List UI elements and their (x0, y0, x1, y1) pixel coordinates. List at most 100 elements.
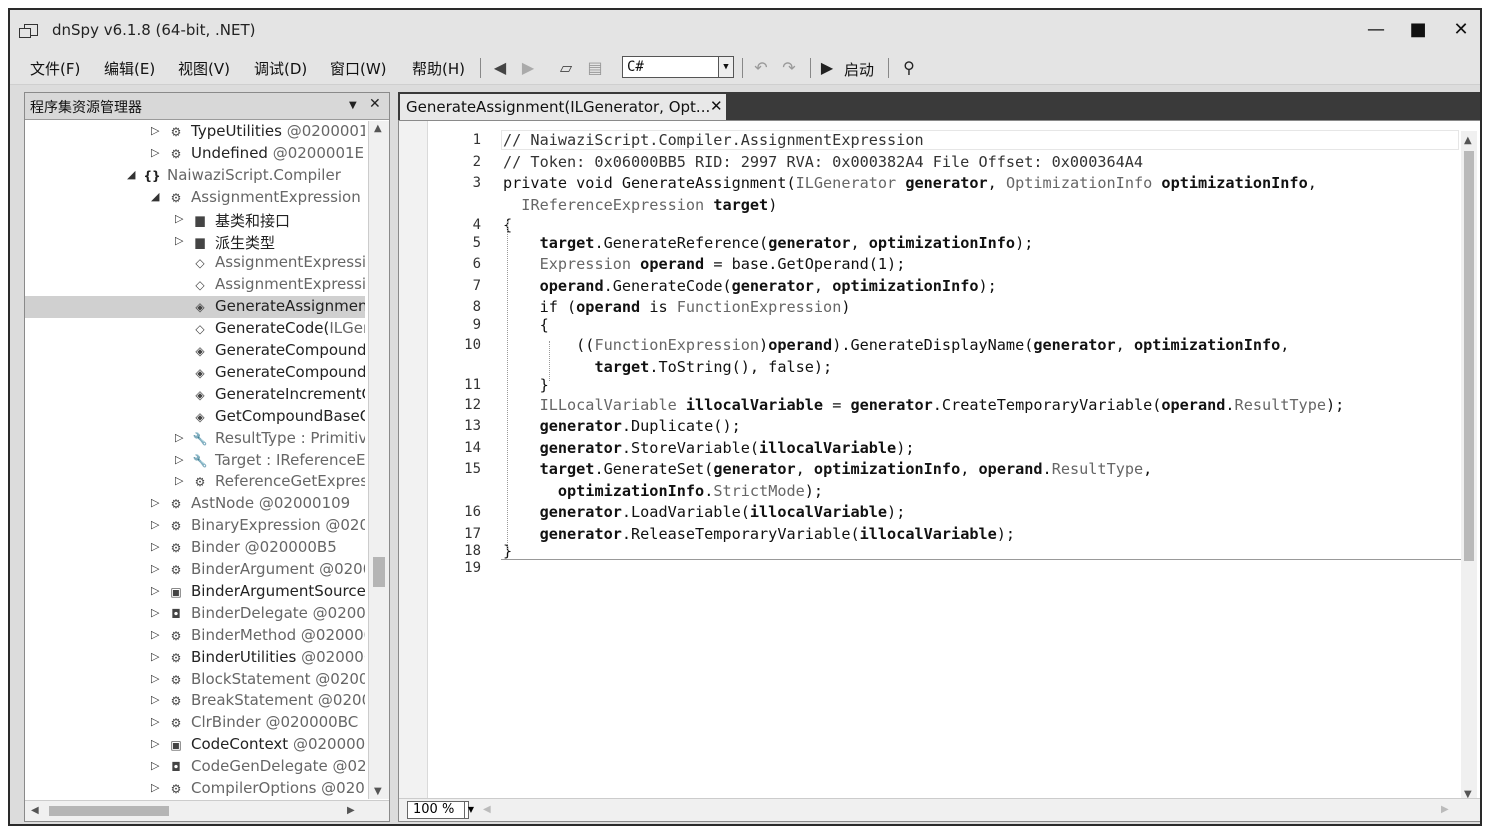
scroll-right-icon[interactable]: ▶ (347, 805, 355, 816)
expand-arrow-icon[interactable]: ▷ (151, 518, 161, 531)
tree-item[interactable]: ▷ 🔧 Target : IReferenceExpressi (25, 450, 365, 472)
scroll-down-icon[interactable]: ▼ (374, 786, 382, 797)
tree-item[interactable]: ▷ ⚙ BinaryExpression @020000DE (25, 515, 365, 537)
panel-close-icon[interactable]: ✕ (369, 96, 381, 112)
assembly-tree[interactable]: ▷ ⚙ TypeUtilities @0200001B ▷ ⚙ Undefined @02… (25, 121, 365, 799)
redo-icon[interactable]: ↷ (778, 58, 800, 78)
scroll-thumb[interactable] (49, 806, 169, 816)
expand-arrow-icon[interactable]: ▷ (175, 431, 185, 444)
tree-item[interactable]: ◈ GenerateIncrementOrDecre (25, 384, 365, 406)
back-icon[interactable]: ◀ (489, 58, 511, 78)
expand-arrow-icon[interactable]: ▷ (151, 693, 161, 706)
expand-arrow-icon[interactable]: ▷ (151, 759, 161, 772)
menu-file[interactable]: 文件(F) (30, 58, 80, 79)
tree-item[interactable]: ▷ ⚙ BinderArgument @020000BA (25, 559, 365, 581)
menu-window[interactable]: 窗口(W) (330, 58, 387, 79)
tree-item[interactable]: ◈ GenerateCompoundAddAs (25, 340, 365, 362)
tree-item[interactable]: ▷ ▆ 基类和接口 (25, 209, 365, 231)
expand-arrow-icon[interactable]: ▷ (151, 606, 161, 619)
open-file-icon[interactable]: ▱ (555, 58, 577, 78)
code-line[interactable]: IReferenceExpression target) (503, 196, 777, 214)
forward-icon[interactable]: ▶ (517, 58, 539, 78)
scroll-up-icon[interactable]: ▲ (374, 123, 382, 134)
expand-arrow-icon[interactable]: ▷ (151, 737, 161, 750)
tree-item[interactable]: ▷ ◘ CodeGenDelegate @020000D (25, 756, 365, 778)
expand-arrow-icon[interactable]: ▷ (175, 234, 185, 247)
tree-item[interactable]: ▷ ⚙ ReferenceGetExpression @ (25, 471, 365, 493)
code-line[interactable]: { (503, 316, 549, 334)
tab-close-icon[interactable]: ✕ (710, 97, 723, 115)
tree-item[interactable]: ▷ ⚙ Undefined @0200001E (25, 143, 365, 165)
collapse-arrow-icon[interactable]: ◢ (151, 190, 161, 203)
code-line[interactable]: target.GenerateReference(generator, opti… (503, 234, 1034, 252)
expand-arrow-icon[interactable]: ▷ (175, 474, 185, 487)
tree-item[interactable]: ◈ GenerateCompoundAssign (25, 362, 365, 384)
tree-item[interactable]: ◢ ⚙ AssignmentExpression @0200 (25, 187, 365, 209)
tree-item[interactable]: ▷ ⚙ BinderUtilities @020000BB (25, 647, 365, 669)
language-select[interactable]: C# ▼ (622, 56, 734, 78)
scroll-right-icon[interactable]: ▶ (1441, 804, 1449, 815)
code-line[interactable]: Expression operand = base.GetOperand(1); (503, 255, 906, 273)
code-line[interactable]: ILLocalVariable illocalVariable = genera… (503, 396, 1345, 414)
code-line[interactable]: // Token: 0x06000BB5 RID: 2997 RVA: 0x00… (503, 153, 1143, 171)
expand-arrow-icon[interactable]: ▷ (151, 584, 161, 597)
expand-arrow-icon[interactable]: ▷ (175, 212, 185, 225)
chevron-down-icon[interactable]: ▼ (464, 801, 477, 819)
chevron-down-icon[interactable]: ▼ (718, 57, 733, 77)
tree-item[interactable]: ◇ GenerateCode(ILGenerator, (25, 318, 365, 340)
tree-item[interactable]: ▷ 🔧 ResultType : PrimitiveType (25, 428, 365, 450)
tree-item[interactable]: ▷ ⚙ BinderMethod @020000B6 (25, 625, 365, 647)
tab-generate-assignment[interactable]: GenerateAssignment(ILGenerator, Opt... ✕ (400, 94, 726, 120)
editor-vertical-scrollbar[interactable]: ▲ ▼ (1461, 131, 1477, 803)
maximize-button[interactable]: ■ (1404, 18, 1432, 42)
tree-item[interactable]: ▷ ⚙ AstNode @02000109 (25, 493, 365, 515)
expand-arrow-icon[interactable]: ▷ (151, 146, 161, 159)
zoom-select[interactable]: 100 % ▼ (407, 801, 474, 819)
tree-item[interactable]: ◈ GetCompoundBaseOperato (25, 406, 365, 428)
code-line[interactable]: // NaiwaziScript.Compiler.AssignmentExpr… (503, 131, 924, 149)
start-button[interactable]: 启动 (844, 59, 874, 80)
play-icon[interactable]: ▶ (816, 58, 838, 78)
tree-item[interactable]: ▷ ▣ CodeContext @020000FD (25, 734, 365, 756)
tree-item[interactable]: ◇ AssignmentExpression(Sco (25, 274, 365, 296)
code-line[interactable]: target.GenerateSet(generator, optimizati… (503, 460, 1153, 478)
collapse-arrow-icon[interactable]: ◢ (127, 168, 137, 181)
expand-arrow-icon[interactable]: ▷ (151, 650, 161, 663)
code-line[interactable]: target.ToString(), false); (503, 358, 832, 376)
code-line[interactable]: operand.GenerateCode(generator, optimiza… (503, 277, 997, 295)
expand-arrow-icon[interactable]: ▷ (175, 453, 185, 466)
undo-icon[interactable]: ↶ (750, 58, 772, 78)
menu-help[interactable]: 帮助(H) (412, 58, 465, 79)
tree-item[interactable]: ▷ ▆ 派生类型 (25, 231, 365, 253)
save-all-icon[interactable]: ▤ (584, 58, 606, 78)
tree-item[interactable]: ◢ {} NaiwaziScript.Compiler (25, 165, 365, 187)
code-line[interactable]: generator.StoreVariable(illocalVariable)… (503, 439, 915, 457)
minimize-button[interactable]: — (1362, 18, 1390, 42)
tree-item[interactable]: ▷ ⚙ BreakStatement @0200011A (25, 690, 365, 712)
code-line[interactable]: generator.ReleaseTemporaryVariable(illoc… (503, 525, 1016, 543)
scroll-left-icon[interactable]: ◀ (31, 805, 39, 816)
expand-arrow-icon[interactable]: ▷ (151, 628, 161, 641)
close-button[interactable]: ✕ (1447, 18, 1475, 42)
code-line[interactable]: generator.Duplicate(); (503, 417, 741, 435)
code-line[interactable]: } (503, 376, 549, 394)
tree-item[interactable]: ▷ ⚙ Binder @020000B5 (25, 537, 365, 559)
tree-horizontal-scrollbar[interactable]: ◀ ▶ (25, 800, 389, 821)
scroll-thumb[interactable] (1464, 151, 1474, 561)
tree-item[interactable]: ▷ ⚙ TypeUtilities @0200001B (25, 121, 365, 143)
tree-item[interactable]: ▷ ⚙ ClrBinder @020000BC (25, 712, 365, 734)
menu-view[interactable]: 视图(V) (178, 58, 230, 79)
scroll-thumb[interactable] (373, 557, 385, 587)
code-line[interactable]: private void GenerateAssignment(ILGenera… (503, 174, 1317, 192)
tree-item[interactable]: ◈ GenerateAssignment(ILGen (25, 296, 365, 319)
menu-debug[interactable]: 调试(D) (254, 58, 307, 79)
code-editor[interactable]: // NaiwaziScript.Compiler.AssignmentExpr… (398, 120, 1480, 822)
scroll-up-icon[interactable]: ▲ (1464, 135, 1472, 146)
expand-arrow-icon[interactable]: ▷ (151, 124, 161, 137)
search-icon[interactable]: ⚲ (898, 58, 920, 78)
expand-arrow-icon[interactable]: ▷ (151, 715, 161, 728)
expand-arrow-icon[interactable]: ▷ (151, 562, 161, 575)
menu-edit[interactable]: 编辑(E) (104, 58, 155, 79)
expand-arrow-icon[interactable]: ▷ (151, 496, 161, 509)
code-line[interactable]: if (operand is FunctionExpression) (503, 298, 851, 316)
